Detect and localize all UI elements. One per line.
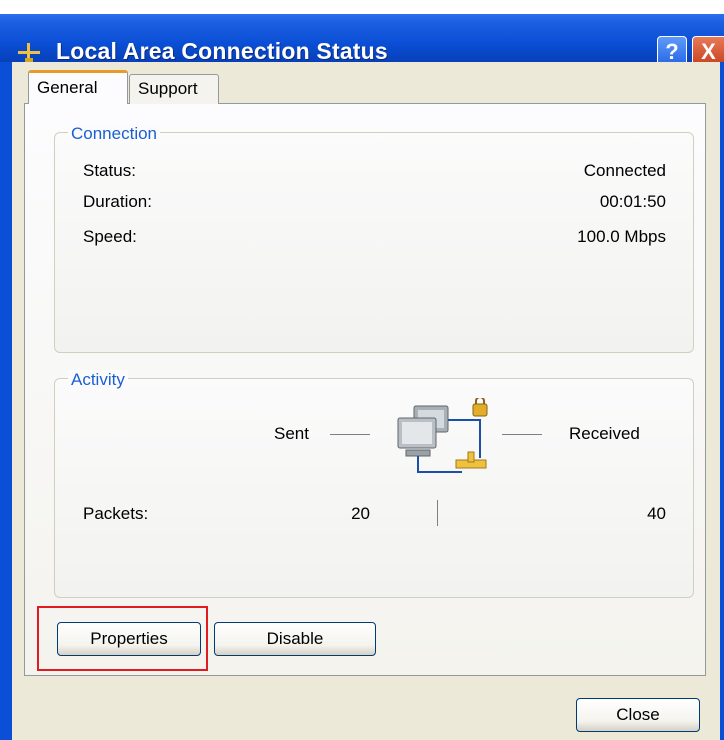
title-bar[interactable]: Local Area Connection Status ? X bbox=[0, 14, 724, 66]
window-border-left bbox=[0, 62, 12, 740]
disable-button[interactable]: Disable bbox=[214, 622, 376, 656]
activity-group bbox=[54, 378, 694, 598]
network-connection-icon bbox=[18, 43, 40, 62]
window-border-right bbox=[720, 62, 724, 740]
packets-divider bbox=[437, 500, 438, 526]
received-line bbox=[502, 434, 542, 435]
sent-line bbox=[330, 434, 370, 435]
status-label: Status: bbox=[83, 161, 136, 180]
speed-label: Speed: bbox=[83, 227, 137, 246]
activity-legend: Activity bbox=[68, 370, 128, 390]
duration-value: 00:01:50 bbox=[599, 192, 666, 211]
network-computers-icon bbox=[397, 398, 488, 473]
duration-label: Duration: bbox=[83, 192, 152, 211]
tab-support[interactable]: Support bbox=[129, 74, 219, 104]
window-title: Local Area Connection Status bbox=[56, 38, 388, 64]
highlight-box bbox=[37, 606, 208, 671]
packets-sent-value: 20 bbox=[351, 504, 370, 523]
speed-value: 100.0 Mbps bbox=[577, 227, 666, 246]
close-button[interactable]: Close bbox=[576, 698, 700, 732]
tab-general[interactable]: General bbox=[28, 70, 128, 104]
status-value: Connected bbox=[583, 161, 666, 180]
connection-legend: Connection bbox=[68, 124, 161, 144]
packets-received-value: 40 bbox=[647, 504, 666, 523]
status-dialog: Local Area Connection Status ? X General… bbox=[0, 0, 724, 740]
packets-label: Packets: bbox=[83, 504, 149, 523]
sent-label: Sent bbox=[274, 424, 309, 443]
received-label: Received bbox=[569, 424, 640, 443]
